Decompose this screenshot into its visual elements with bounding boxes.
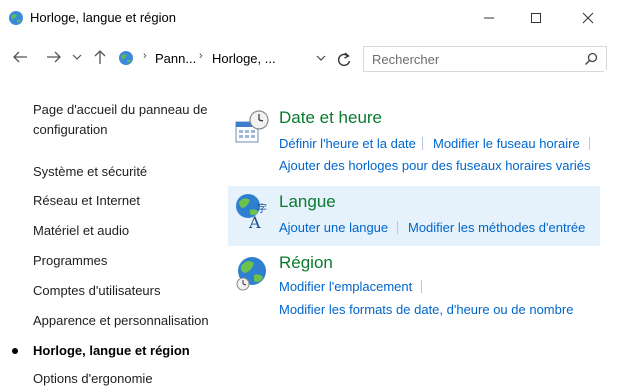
link-separator <box>422 137 423 150</box>
link-change-time-zone[interactable]: Modifier le fuseau horaire <box>433 136 580 151</box>
back-button[interactable] <box>10 47 30 67</box>
arrow-right-icon <box>47 51 61 63</box>
up-button[interactable] <box>92 47 108 67</box>
current-item-bullet <box>12 348 18 354</box>
navigation-bar: › Pann... › Horloge, ... Rechercher <box>0 42 617 72</box>
window-title: Horloge, langue et région <box>30 10 176 25</box>
nav-network-internet[interactable]: Réseau et Internet <box>33 191 140 211</box>
breadcrumb-separator: › <box>143 50 147 62</box>
refresh-icon[interactable] <box>336 52 352 68</box>
link-set-time-date[interactable]: Définir l'heure et la date <box>279 136 416 151</box>
control-panel-globe-icon <box>9 11 23 25</box>
nav-hardware-sound[interactable]: Matériel et audio <box>33 221 129 241</box>
region-globe-icon[interactable] <box>232 253 272 293</box>
link-separator <box>397 221 398 234</box>
section-title-date-time[interactable]: Date et heure <box>279 108 382 128</box>
search-box[interactable]: Rechercher <box>363 46 607 72</box>
forward-button[interactable] <box>44 47 64 67</box>
address-bar[interactable]: › Pann... › Horloge, ... <box>115 46 351 70</box>
section-title-language[interactable]: Langue <box>279 192 336 212</box>
nav-appearance[interactable]: Apparence et personnalisation <box>33 311 209 331</box>
control-panel-globe-icon <box>119 51 133 65</box>
nav-user-accounts[interactable]: Comptes d'utilisateurs <box>33 281 160 301</box>
nav-control-panel-home[interactable]: Page d'accueil du panneau de configurati… <box>33 100 213 140</box>
breadcrumb-clock-region[interactable]: Horloge, ... <box>212 51 276 66</box>
minimize-button[interactable] <box>474 6 504 30</box>
section-region: Région Modifier l'emplacement Modifier l… <box>228 250 600 322</box>
link-add-clocks[interactable]: Ajouter des horloges pour des fuseaux ho… <box>279 158 590 173</box>
nav-clock-language-region[interactable]: Horloge, langue et région <box>33 341 190 361</box>
language-globe-icon[interactable]: A 字 <box>232 190 272 230</box>
close-button[interactable] <box>573 6 603 30</box>
link-separator <box>421 280 422 293</box>
arrow-left-icon <box>13 51 27 63</box>
link-change-location[interactable]: Modifier l'emplacement <box>279 279 412 294</box>
window-edge <box>604 70 617 389</box>
chevron-down-icon[interactable] <box>315 52 327 64</box>
nav-ease-of-access[interactable]: Options d'ergonomie <box>33 369 153 389</box>
breadcrumb-control-panel[interactable]: Pann... <box>155 51 196 66</box>
recent-locations-button[interactable] <box>70 47 84 67</box>
breadcrumb-separator: › <box>199 50 203 62</box>
maximize-button[interactable] <box>521 6 551 30</box>
link-change-input-methods[interactable]: Modifier les méthodes d'entrée <box>408 220 585 235</box>
minimize-icon <box>484 17 494 19</box>
link-separator <box>589 137 590 150</box>
chevron-down-icon <box>72 54 82 60</box>
nav-programs[interactable]: Programmes <box>33 251 107 271</box>
svg-text:A: A <box>248 213 261 230</box>
search-placeholder: Rechercher <box>372 52 440 67</box>
arrow-up-icon <box>94 50 106 64</box>
search-icon[interactable] <box>584 52 598 66</box>
clock-calendar-icon[interactable] <box>232 108 272 148</box>
nav-system-security[interactable]: Système et sécurité <box>33 162 147 182</box>
maximize-icon <box>531 13 541 23</box>
close-icon <box>582 12 594 24</box>
section-title-region[interactable]: Région <box>279 253 333 273</box>
svg-text:字: 字 <box>257 202 267 215</box>
link-change-formats[interactable]: Modifier les formats de date, d'heure ou… <box>279 302 573 317</box>
link-add-language[interactable]: Ajouter une langue <box>279 220 388 235</box>
section-date-time: Date et heure Définir l'heure et la date… <box>228 102 600 182</box>
title-bar: Horloge, langue et région <box>0 0 617 34</box>
section-language[interactable]: A 字 Langue Ajouter une langue Modifier l… <box>228 186 600 246</box>
